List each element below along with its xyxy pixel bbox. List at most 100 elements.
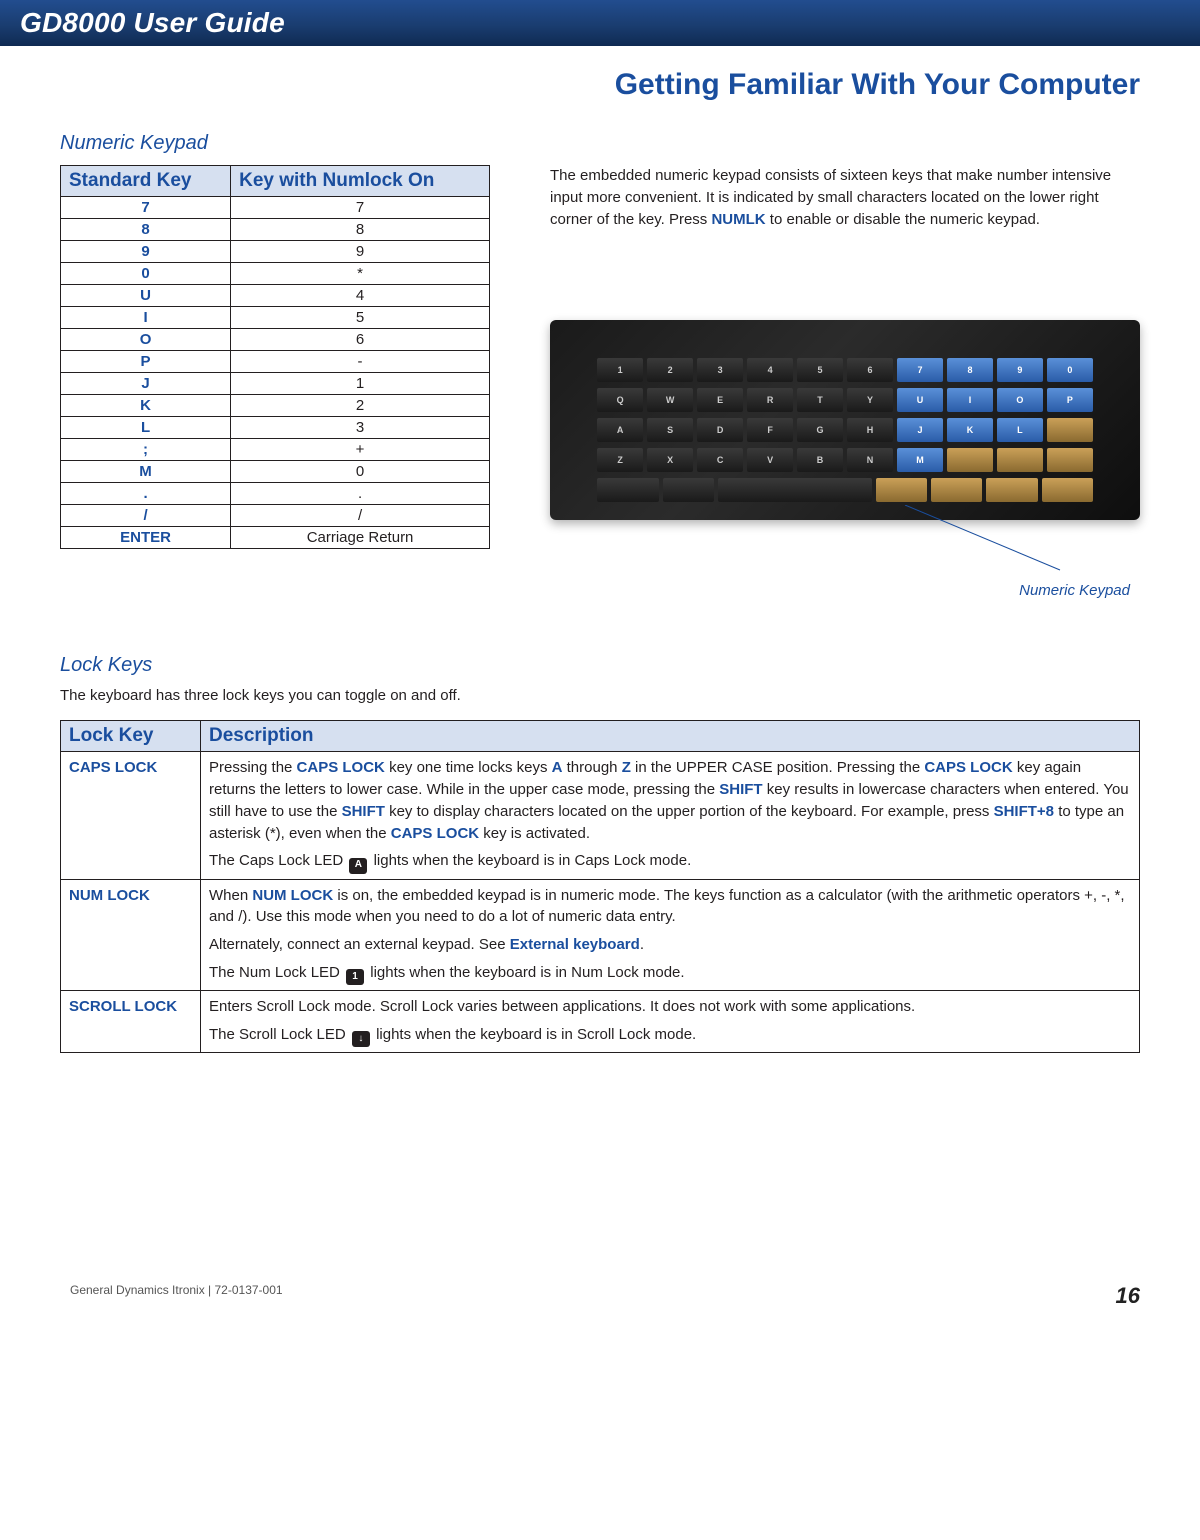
text: Alternately, connect an external keypad.… [209,936,510,953]
text: Pressing the [209,759,297,776]
caps-lock-led-icon: A [349,858,367,874]
table-row: ENTERCarriage Return [61,527,490,549]
lockkey-name: NUM LOCK [61,879,201,991]
numlock-key-cell: 4 [231,285,490,307]
scroll-desc-2: The Scroll Lock LED ↓ lights when the ke… [209,1024,1131,1047]
key-numlk: NUMLK [711,211,765,228]
keypad-table: Standard Key Key with Numlock On 7788990… [60,165,490,549]
numlock-key-cell: 3 [231,417,490,439]
standard-key-cell: / [61,505,231,527]
col-description: Description [201,721,1140,752]
numlock-key-cell: / [231,505,490,527]
numlock-key-cell: * [231,263,490,285]
keypad-table-col: Standard Key Key with Numlock On 7788990… [60,165,490,549]
table-row: 99 [61,241,490,263]
footer-left: General Dynamics Itronix | 72-0137-001 [70,1283,283,1309]
text: When [209,887,252,904]
table-row: // [61,505,490,527]
standard-key-cell: 8 [61,219,231,241]
key-caps-lock: CAPS LOCK [391,825,479,842]
standard-key-cell: L [61,417,231,439]
table-row: O6 [61,329,490,351]
keypad-right-col: The embedded numeric keypad consists of … [550,165,1140,599]
table-row: K2 [61,395,490,417]
text: The Num Lock LED [209,964,344,981]
page-number: 16 [1116,1283,1140,1309]
col-numlock-key: Key with Numlock On [231,166,490,197]
header-bar: GD8000 User Guide [0,0,1200,46]
numlock-key-cell: 2 [231,395,490,417]
standard-key-cell: I [61,307,231,329]
keypad-paragraph: The embedded numeric keypad consists of … [550,165,1140,230]
row-caps-lock: CAPS LOCK Pressing the CAPS LOCK key one… [61,752,1140,879]
table-row: ;+ [61,439,490,461]
num-desc-2: Alternately, connect an external keypad.… [209,934,1131,956]
standard-key-cell: M [61,461,231,483]
standard-key-cell: P [61,351,231,373]
subhead-numeric-keypad: Numeric Keypad [60,132,1140,155]
footer: General Dynamics Itronix | 72-0137-001 1… [0,1083,1200,1329]
subhead-lock-keys: Lock Keys [60,654,1140,677]
row-num-lock: NUM LOCK When NUM LOCK is on, the embedd… [61,879,1140,991]
key-caps-lock: CAPS LOCK [297,759,385,776]
lock-keys-table: Lock Key Description CAPS LOCK Pressing … [60,720,1140,1053]
callout-line [900,505,1080,575]
text: is on, the embedded keypad is in numeric… [209,887,1125,926]
text: . [640,936,644,953]
key-shift-8: SHIFT+8 [994,803,1054,820]
caps-desc-1: Pressing the CAPS LOCK key one time lock… [209,757,1131,844]
standard-key-cell: J [61,373,231,395]
caps-desc-2: The Caps Lock LED A lights when the keyb… [209,850,1131,873]
table-row: 0* [61,263,490,285]
text: The Caps Lock LED [209,852,347,869]
text: lights when the keyboard is in Scroll Lo… [376,1026,696,1043]
table-row: J1 [61,373,490,395]
table-row: I5 [61,307,490,329]
numlock-key-cell: 8 [231,219,490,241]
numlock-key-cell: 6 [231,329,490,351]
numlock-key-cell: 1 [231,373,490,395]
key-caps-lock: CAPS LOCK [924,759,1012,776]
key-z: Z [622,759,631,776]
numlock-key-cell: Carriage Return [231,527,490,549]
doc-title: GD8000 User Guide [20,7,285,39]
key-shift: SHIFT [342,803,385,820]
standard-key-cell: 7 [61,197,231,219]
table-row: 77 [61,197,490,219]
numeric-keypad-section: Standard Key Key with Numlock On 7788990… [60,165,1140,599]
standard-key-cell: U [61,285,231,307]
scroll-lock-led-icon: ↓ [352,1031,370,1047]
table-row: M0 [61,461,490,483]
numlock-key-cell: 9 [231,241,490,263]
lockkey-name: CAPS LOCK [61,752,201,879]
numlock-key-cell: + [231,439,490,461]
link-external-keyboard: External keyboard [510,936,640,953]
scroll-desc-1: Enters Scroll Lock mode. Scroll Lock var… [209,996,1131,1018]
table-row: .. [61,483,490,505]
text: lights when the keyboard is in Caps Lock… [374,852,692,869]
col-lock-key: Lock Key [61,721,201,752]
text: The Scroll Lock LED [209,1026,350,1043]
keyboard-image: 123456 7890 QWERTY UIOP ASDFGH JKL ZXCVB… [550,320,1140,520]
standard-key-cell: O [61,329,231,351]
key-shift: SHIFT [719,781,762,798]
text: to enable or disable the numeric keypad. [770,211,1040,228]
table-row: U4 [61,285,490,307]
chapter-title: Getting Familiar With Your Computer [60,68,1140,102]
standard-key-cell: ENTER [61,527,231,549]
lock-keys-intro: The keyboard has three lock keys you can… [60,687,1140,704]
standard-key-cell: ; [61,439,231,461]
col-standard-key: Standard Key [61,166,231,197]
row-scroll-lock: SCROLL LOCK Enters Scroll Lock mode. Scr… [61,991,1140,1053]
text: key to display characters located on the… [389,803,994,820]
text: through [567,759,622,776]
numlock-key-cell: 0 [231,461,490,483]
lockkey-name: SCROLL LOCK [61,991,201,1053]
num-desc-1: When NUM LOCK is on, the embedded keypad… [209,885,1131,929]
key-a: A [552,759,563,776]
table-row: 88 [61,219,490,241]
standard-key-cell: 0 [61,263,231,285]
page-body: Getting Familiar With Your Computer Nume… [0,46,1200,1083]
num-lock-led-icon: 1 [346,969,364,985]
numlock-key-cell: 7 [231,197,490,219]
